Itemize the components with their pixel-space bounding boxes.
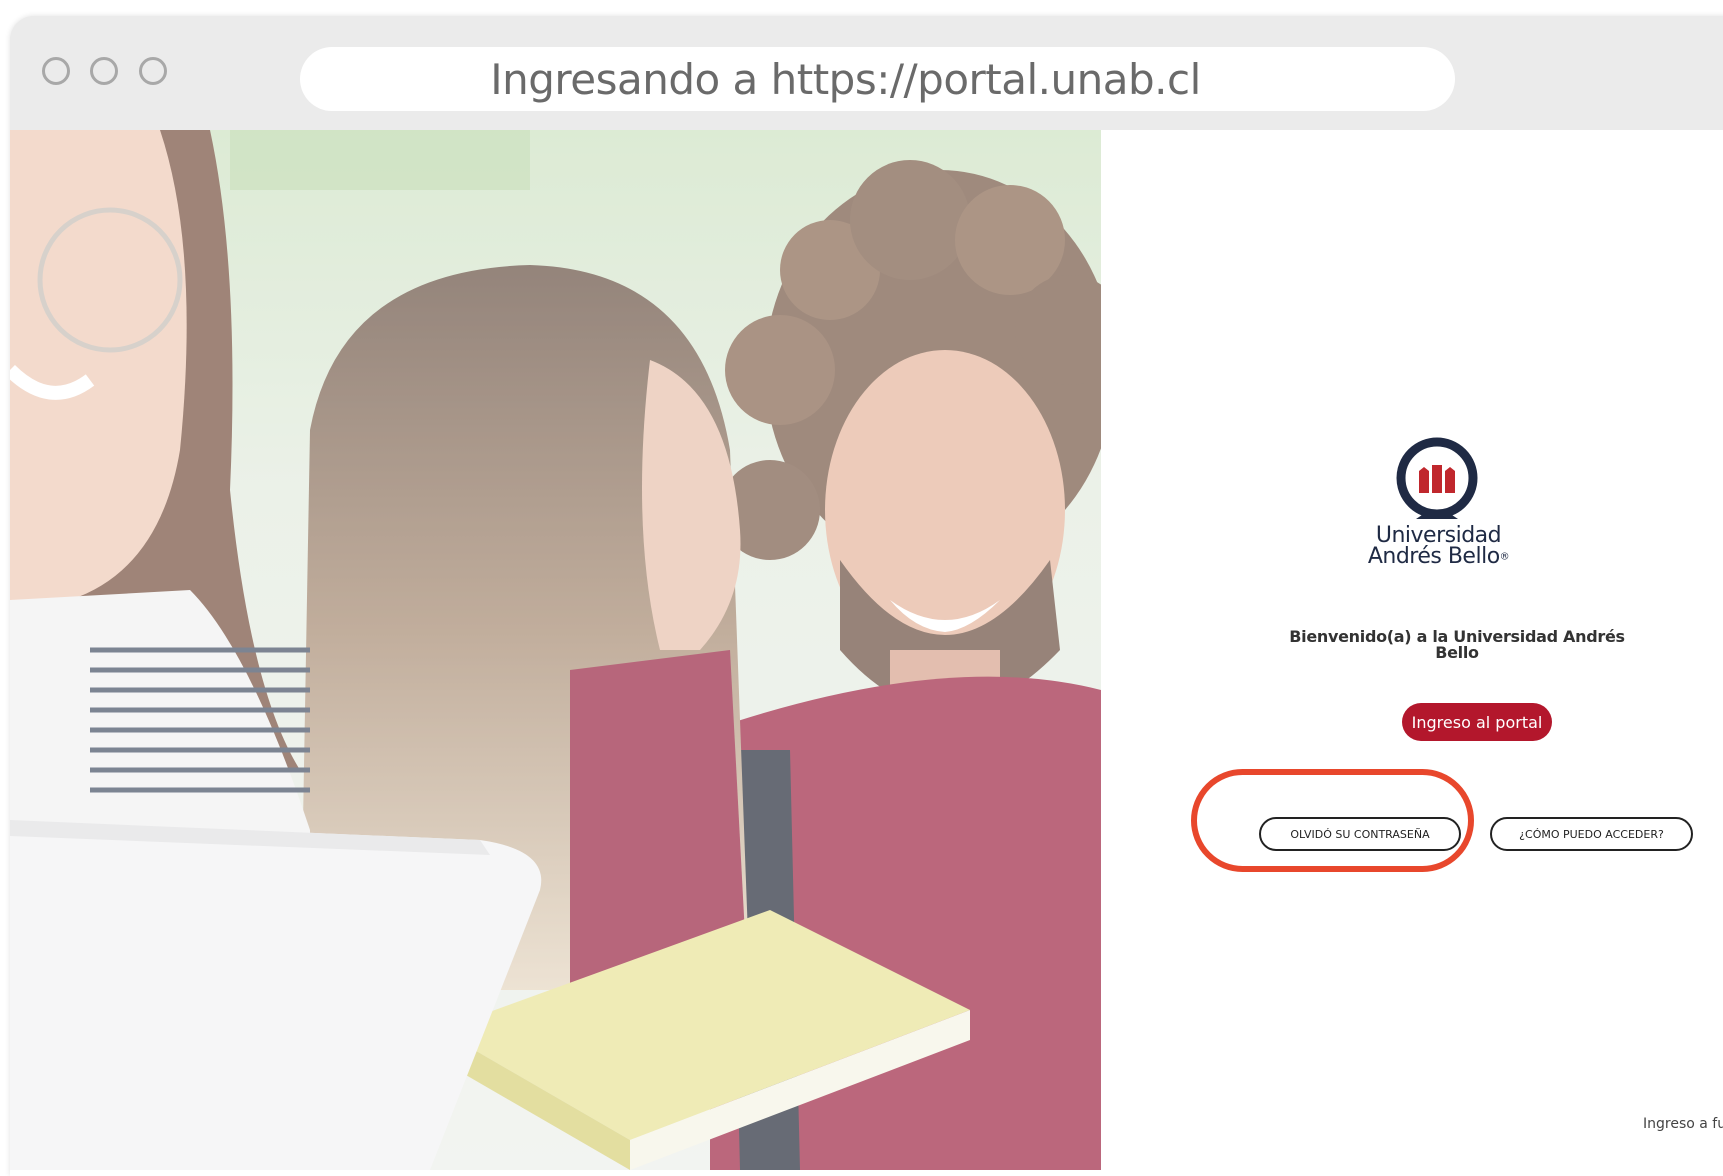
address-bar-text: Ingresando a https://portal.unab.cl xyxy=(490,54,1201,104)
portal-login-button[interactable]: Ingreso al portal xyxy=(1402,703,1552,741)
logo-line-1: Universidad xyxy=(1375,523,1502,548)
window-maximize-icon[interactable] xyxy=(139,57,167,85)
logo-line-2: Andrés Bello® xyxy=(1301,546,1576,568)
window-minimize-icon[interactable] xyxy=(90,57,118,85)
logo-line-2-text: Andrés Bello xyxy=(1367,544,1500,569)
staff-login-link[interactable]: Ingreso a func xyxy=(1643,1116,1723,1132)
page-viewport: Universidad Andrés Bello® Bienvenido(a) … xyxy=(10,130,1723,1176)
hero-photo xyxy=(10,130,1101,1170)
browser-window: Ingresando a https://portal.unab.cl Univ… xyxy=(10,16,1723,1176)
university-seal-icon xyxy=(1396,437,1478,519)
registered-mark: ® xyxy=(1499,551,1510,563)
address-bar[interactable]: Ingresando a https://portal.unab.cl xyxy=(300,47,1455,111)
login-panel: Universidad Andrés Bello® Bienvenido(a) … xyxy=(1101,130,1723,1176)
how-to-access-button[interactable]: ¿CÓMO PUEDO ACCEDER? xyxy=(1490,817,1693,851)
photo-overlay xyxy=(10,130,1101,1170)
forgot-password-button[interactable]: OLVIDÓ SU CONTRASEÑA xyxy=(1259,817,1461,851)
browser-titlebar: Ingresando a https://portal.unab.cl xyxy=(10,16,1723,130)
welcome-heading: Bienvenido(a) a la Universidad Andrés Be… xyxy=(1289,627,1625,662)
university-logo-text: Universidad Andrés Bello® xyxy=(1301,525,1576,568)
window-close-icon[interactable] xyxy=(42,57,70,85)
